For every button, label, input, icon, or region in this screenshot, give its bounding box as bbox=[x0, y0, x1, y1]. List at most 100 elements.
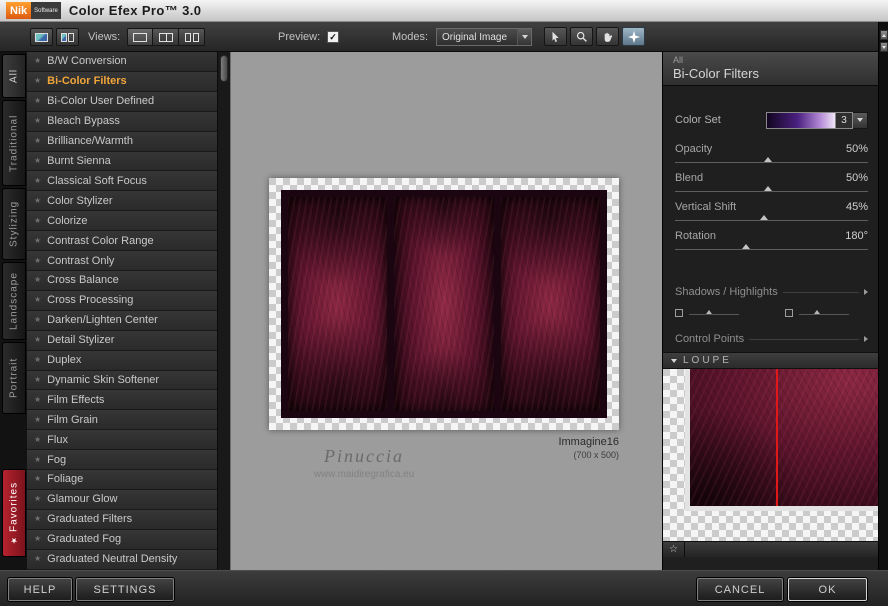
sidebar-tab-all[interactable]: All bbox=[2, 54, 26, 98]
slider-track[interactable] bbox=[675, 157, 868, 163]
filter-item[interactable]: ★ Bi-Color User Defined bbox=[27, 91, 217, 112]
triptych-panel-right bbox=[500, 197, 600, 411]
slider-handle[interactable] bbox=[763, 186, 772, 191]
select-tool-button[interactable] bbox=[544, 27, 567, 46]
color-set-value: 3 bbox=[836, 111, 853, 129]
filter-item[interactable]: ★ Color Stylizer bbox=[27, 191, 217, 212]
views-button-group bbox=[127, 28, 205, 46]
slider-handle[interactable] bbox=[759, 215, 768, 220]
preview-checkbox[interactable]: ✓ bbox=[327, 31, 339, 43]
slider-value: 50% bbox=[845, 172, 868, 184]
sidebar-tab-traditional[interactable]: Traditional bbox=[2, 100, 26, 186]
slider-vertical-shift: Vertical Shift 45% bbox=[675, 198, 868, 227]
chevron-down-icon[interactable] bbox=[517, 29, 531, 45]
sidebar-tab-stylizing[interactable]: Stylizing bbox=[2, 188, 26, 260]
tab-label: Portrait bbox=[8, 357, 20, 399]
filter-item[interactable]: ★ Colorize bbox=[27, 211, 217, 232]
preview-image[interactable] bbox=[269, 178, 619, 430]
filter-item[interactable]: ★ B/W Conversion bbox=[27, 52, 217, 72]
help-button[interactable]: HELP bbox=[8, 578, 72, 601]
filter-label: Foliage bbox=[47, 473, 84, 486]
view-single-button[interactable] bbox=[127, 28, 153, 46]
filter-item[interactable]: ★ Cross Balance bbox=[27, 270, 217, 291]
side-tabs: All Traditional Stylizing Landscape Portrait… bbox=[0, 52, 27, 570]
scrollbar-thumb[interactable] bbox=[220, 55, 228, 82]
color-set-swatch[interactable] bbox=[766, 111, 836, 129]
slider-handle[interactable] bbox=[763, 157, 772, 162]
slider-handle[interactable] bbox=[742, 244, 751, 249]
filter-label: Cross Processing bbox=[47, 294, 134, 307]
filter-item[interactable]: ★ Contrast Only bbox=[27, 251, 217, 271]
highlights-handle[interactable] bbox=[785, 309, 793, 317]
filter-item[interactable]: ★ Film Effects bbox=[27, 390, 217, 411]
filter-label: Contrast Color Range bbox=[47, 234, 154, 247]
filter-item[interactable]: ★ Graduated Fog bbox=[27, 529, 217, 550]
filter-label: Flux bbox=[47, 433, 68, 446]
slider-track[interactable] bbox=[675, 186, 868, 192]
cursor-icon bbox=[552, 31, 559, 42]
sliders: Opacity 50% Blend 50% Vertical Shift 45% Rotat… bbox=[675, 140, 868, 256]
color-set-dropdown-button[interactable] bbox=[853, 111, 868, 129]
slider-track[interactable] bbox=[675, 244, 868, 250]
scroll-down-button[interactable] bbox=[880, 42, 888, 52]
filter-item[interactable]: ★ Bi-Color Filters bbox=[27, 71, 217, 92]
collapse-icon[interactable] bbox=[671, 358, 677, 363]
split-thumbnail-icon bbox=[61, 32, 74, 42]
add-favorite-button[interactable]: ☆ bbox=[663, 542, 685, 557]
filter-item[interactable]: ★ Contrast Color Range bbox=[27, 231, 217, 252]
filter-item[interactable]: ★ Burnt Sienna bbox=[27, 151, 217, 172]
filter-item[interactable]: ★ Dynamic Skin Softener bbox=[27, 370, 217, 391]
filter-item[interactable]: ★ Darken/Lighten Center bbox=[27, 310, 217, 331]
filter-item[interactable]: ★ Brilliance/Warmth bbox=[27, 131, 217, 152]
compare-tool-button[interactable] bbox=[622, 27, 645, 46]
view-side-by-side-button[interactable] bbox=[179, 28, 205, 46]
loupe-image bbox=[685, 369, 878, 511]
filter-item[interactable]: ★ Cross Processing bbox=[27, 290, 217, 311]
modes-dropdown[interactable]: Original Image bbox=[436, 28, 532, 46]
slider-label: Rotation bbox=[675, 230, 716, 242]
filter-item[interactable]: ★ Glamour Glow bbox=[27, 489, 217, 510]
filter-item[interactable]: ★ Film Grain bbox=[27, 410, 217, 431]
loupe-view[interactable] bbox=[663, 369, 878, 541]
settings-button[interactable]: SETTINGS bbox=[76, 578, 174, 601]
filter-item[interactable]: ★ Detail Stylizer bbox=[27, 330, 217, 351]
scroll-up-button[interactable] bbox=[880, 30, 888, 40]
zoom-tool-button[interactable] bbox=[570, 27, 593, 46]
watermark-name: Pinuccia bbox=[324, 446, 404, 466]
split-view-icon bbox=[158, 32, 173, 42]
ok-button[interactable]: OK bbox=[788, 578, 867, 601]
filter-list-scrollbar[interactable] bbox=[217, 52, 230, 570]
cancel-button[interactable]: CANCEL bbox=[697, 578, 783, 601]
filter-item[interactable]: ★ Foliage bbox=[27, 470, 217, 490]
filter-item[interactable]: ★ Graduated Filters bbox=[27, 509, 217, 530]
split-thumbnail-view-button[interactable] bbox=[56, 28, 79, 46]
loupe-header[interactable]: LOUPE bbox=[663, 352, 878, 369]
view-split-button[interactable] bbox=[153, 28, 179, 46]
color-set-label: Color Set bbox=[675, 114, 721, 126]
filter-item[interactable]: ★ Flux bbox=[27, 430, 217, 451]
pan-tool-button[interactable] bbox=[596, 27, 619, 46]
shadows-mini-slider[interactable] bbox=[675, 308, 739, 320]
shadows-highlights-label: Shadows / Highlights bbox=[675, 286, 778, 298]
single-image-view-button[interactable] bbox=[30, 28, 53, 46]
expand-arrow-icon[interactable] bbox=[864, 289, 868, 295]
filter-label: B/W Conversion bbox=[47, 55, 127, 68]
filter-item[interactable]: ★ Graduated Neutral Density bbox=[27, 549, 217, 570]
panel-scrollbar[interactable] bbox=[878, 22, 888, 570]
filter-item[interactable]: ★ Duplex bbox=[27, 350, 217, 371]
highlights-mini-slider[interactable] bbox=[785, 308, 849, 320]
sidebar-tab-landscape[interactable]: Landscape bbox=[2, 262, 26, 340]
sidebar-tab-portrait[interactable]: Portrait bbox=[2, 342, 26, 414]
hand-icon bbox=[604, 32, 612, 42]
filter-item[interactable]: ★ Classical Soft Focus bbox=[27, 171, 217, 192]
shadows-handle[interactable] bbox=[675, 309, 683, 317]
filter-item[interactable]: ★ Bleach Bypass bbox=[27, 111, 217, 132]
slider-track[interactable] bbox=[675, 215, 868, 221]
loupe-toolbar: ☆ bbox=[663, 541, 878, 557]
filter-star-icon: ★ bbox=[34, 414, 42, 424]
filter-title: Bi-Color Filters bbox=[673, 66, 759, 81]
filter-item[interactable]: ★ Fog bbox=[27, 450, 217, 471]
modes-selected-value: Original Image bbox=[442, 31, 508, 43]
expand-arrow-icon[interactable] bbox=[864, 336, 868, 342]
sidebar-tab-favorites[interactable]: ★ Favorites bbox=[2, 469, 26, 557]
